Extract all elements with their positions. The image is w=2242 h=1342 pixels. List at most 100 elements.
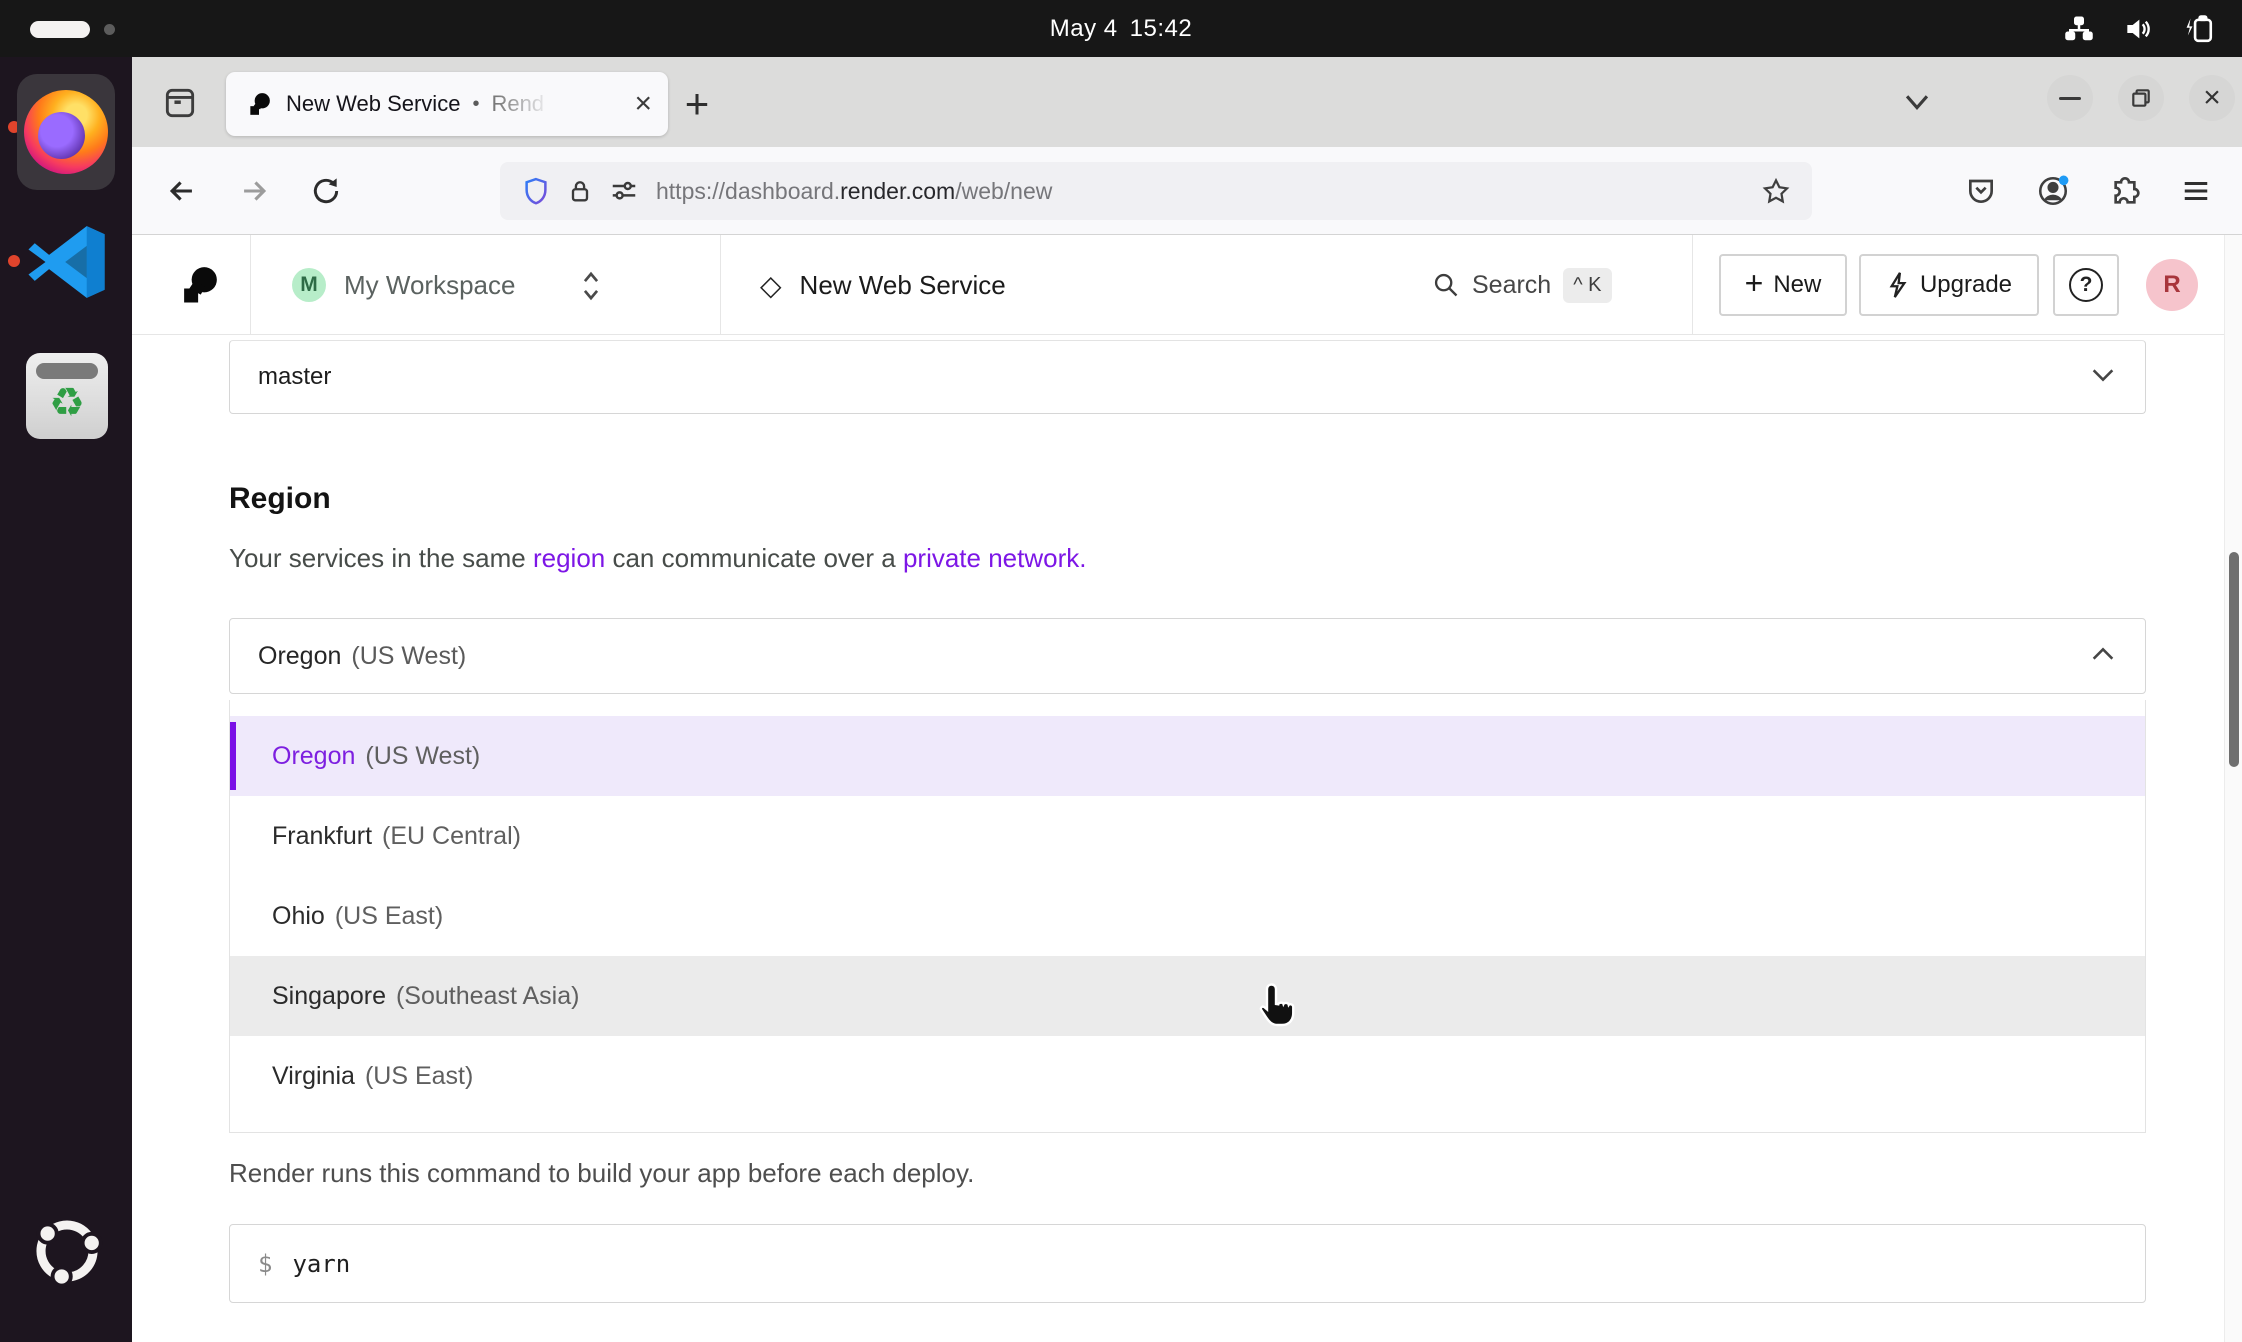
extensions-icon[interactable] [2103, 169, 2147, 213]
region-heading: Region [229, 482, 331, 516]
permissions-icon[interactable] [602, 169, 646, 213]
region-link[interactable]: region [533, 543, 605, 573]
url-bar[interactable]: https://dashboard.render.com/web/new [500, 162, 1812, 220]
pocket-icon[interactable] [1959, 169, 2003, 213]
branch-select[interactable]: master [229, 340, 2146, 414]
region-option[interactable]: Oregon (US West) [230, 716, 2145, 796]
tab-title-suffix: Rend [491, 91, 555, 117]
region-option-detail: (US East) [335, 902, 443, 931]
forward-button[interactable] [232, 169, 276, 213]
list-tabs-button[interactable] [1900, 88, 1934, 121]
tab-close-button[interactable]: × [634, 89, 652, 119]
close-window-button[interactable]: × [2189, 75, 2235, 121]
tracking-shield-icon[interactable] [514, 169, 558, 213]
lock-icon[interactable] [558, 169, 602, 213]
region-option[interactable]: Singapore (Southeast Asia) [230, 956, 2145, 1036]
region-select[interactable]: Oregon (US West) [229, 618, 2146, 694]
upgrade-button[interactable]: Upgrade [1859, 254, 2039, 316]
command-value: yarn [292, 1250, 350, 1278]
firefox-icon [24, 90, 108, 174]
question-icon: ? [2069, 268, 2103, 302]
page-scrollbar-thumb[interactable] [2229, 552, 2239, 767]
page-content: master Region Your services in the same … [132, 335, 2242, 1342]
vscode-icon [24, 219, 110, 305]
selected-region-detail: (US West) [351, 642, 466, 671]
render-favicon [246, 91, 272, 117]
clock-date: May 4 [1050, 15, 1118, 43]
ubuntu-dock: ♻ [0, 57, 132, 1342]
header-divider [720, 235, 721, 335]
user-avatar[interactable]: R [2146, 259, 2198, 311]
bolt-icon [1886, 271, 1910, 299]
header-divider [250, 235, 251, 335]
upgrade-button-label: Upgrade [1920, 271, 2012, 299]
region-option-detail: (US East) [365, 1062, 473, 1091]
bookmark-star-icon[interactable] [1754, 169, 1798, 213]
region-option[interactable]: Frankfurt (EU Central) [230, 796, 2145, 876]
render-logo[interactable] [178, 264, 220, 306]
dock-item-vscode[interactable] [24, 219, 110, 305]
search-icon [1432, 271, 1460, 299]
tab-separator: • [472, 93, 479, 116]
help-button[interactable]: ? [2053, 254, 2119, 316]
region-option[interactable]: Virginia (US East) [230, 1036, 2145, 1116]
service-diamond-icon: ◇ [760, 269, 782, 302]
url-text[interactable]: https://dashboard.render.com/web/new [656, 178, 1052, 205]
battery-charging-icon[interactable] [2182, 13, 2216, 45]
dock-item-trash[interactable]: ♻ [26, 353, 108, 439]
url-scheme: https://dashboard. [656, 178, 840, 204]
build-command-input[interactable]: $ yarn [229, 1224, 2146, 1303]
region-option-name: Virginia [272, 1062, 355, 1091]
new-button[interactable]: + New [1719, 254, 1847, 316]
url-domain: render.com [840, 178, 955, 204]
system-top-bar: May 4 15:42 [0, 0, 2242, 57]
region-option-name: Ohio [272, 902, 325, 931]
dock-item-apps[interactable] [28, 1212, 106, 1290]
page-scrollbar-track[interactable] [2224, 235, 2242, 1342]
trash-lid [36, 363, 98, 379]
workspace-switcher[interactable]: My Workspace [344, 235, 515, 335]
dashboard-header: M My Workspace ◇ New Web Service Search … [132, 235, 2242, 335]
region-option-name: Frankfurt [272, 822, 372, 851]
chevron-up-icon [2089, 643, 2117, 670]
workspace-avatar[interactable]: M [292, 268, 326, 302]
branch-value: master [258, 363, 331, 391]
volume-icon[interactable] [2122, 13, 2154, 45]
region-option-name: Singapore [272, 982, 386, 1011]
back-button[interactable] [160, 169, 204, 213]
header-divider [1692, 235, 1693, 335]
reload-button[interactable] [304, 169, 348, 213]
search-shortcut-badge: ^ K [1563, 268, 1611, 303]
page-title: New Web Service [800, 270, 1006, 301]
restore-button[interactable] [2118, 75, 2164, 121]
build-command-note: Render runs this command to build your a… [229, 1158, 974, 1189]
region-option-name: Oregon [272, 742, 355, 771]
url-path: /web/new [955, 178, 1052, 204]
firefox-view-button[interactable] [160, 84, 200, 122]
mouse-cursor-pointer [1252, 980, 1300, 1028]
new-tab-button[interactable]: + [670, 77, 724, 131]
command-prompt: $ [258, 1250, 272, 1278]
trash-icon: ♻ [49, 383, 85, 423]
chevron-down-icon [2089, 364, 2117, 391]
network-icon[interactable] [2064, 14, 2094, 44]
region-option-detail: (Southeast Asia) [396, 982, 579, 1011]
minimize-button[interactable] [2047, 75, 2093, 121]
account-icon[interactable] [2031, 169, 2075, 213]
ubuntu-logo-icon [28, 1212, 106, 1290]
menu-icon[interactable] [2174, 169, 2218, 213]
private-network-link[interactable]: private network. [903, 543, 1087, 573]
desc-text: can communicate over a [605, 543, 903, 573]
firefox-window: New Web Service • Rend × + × [132, 57, 2242, 1342]
clock-time: 15:42 [1130, 15, 1193, 43]
system-clock[interactable]: May 4 15:42 [0, 0, 2242, 57]
search-button[interactable]: Search ^ K [1432, 235, 1612, 335]
workspace-chevrons-icon[interactable] [578, 269, 604, 308]
region-option[interactable]: Ohio (US East) [230, 876, 2145, 956]
dock-item-firefox[interactable] [17, 74, 115, 190]
region-option-detail: (EU Central) [382, 822, 521, 851]
region-description: Your services in the same region can com… [229, 543, 1086, 574]
desc-text: Your services in the same [229, 543, 533, 573]
browser-tab[interactable]: New Web Service • Rend × [226, 72, 668, 136]
new-button-label: New [1773, 271, 1821, 299]
